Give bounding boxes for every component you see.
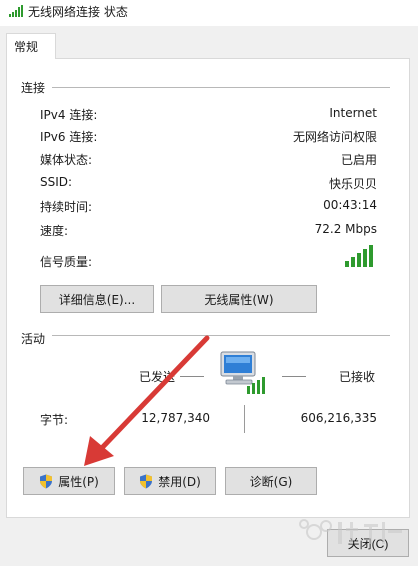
speed-label: 速度: [40,224,69,238]
window-title: 无线网络连接 状态 [28,5,128,19]
signal-quality-label: 信号质量: [40,255,93,269]
activity-group-title: 活动 [21,330,52,347]
speed-value: 72.2 Mbps [314,222,377,236]
disable-button[interactable]: 禁用(D) [124,467,216,495]
connection-group-line [52,87,390,88]
ipv4-value: Internet [329,106,377,120]
ipv6-value: 无网络访问权限 [292,130,377,144]
baidu-watermark-logo [299,519,402,544]
uac-shield-icon [140,474,153,488]
sent-label: 已发送 [139,370,176,384]
sent-connector-line [180,376,204,377]
network-computer-icon [220,351,265,394]
ssid-value: 快乐贝贝 [328,177,377,191]
received-label: 已接收 [339,370,376,384]
duration-label: 持续时间: [40,200,93,214]
ssid-label: SSID: [40,175,73,189]
ipv6-label: IPv6 连接: [40,130,98,144]
connection-group-title: 连接 [21,79,52,96]
activity-group-line [52,335,390,336]
properties-button-label: 属性(P) [58,474,99,489]
signal-strength-icon [345,245,373,267]
details-button[interactable]: 详细信息(E)... [40,285,154,313]
title-bar: 无线网络连接 状态 [0,0,418,26]
media-state-label: 媒体状态: [40,153,93,167]
media-state-value: 已启用 [340,153,377,167]
tab-general-label: 常规 [14,40,39,54]
bytes-received-value: 606,216,335 [300,411,377,425]
wireless-properties-button[interactable]: 无线属性(W) [161,285,317,313]
bytes-label: 字节: [40,413,69,427]
received-connector-line [282,376,306,377]
uac-shield-icon [40,474,53,488]
tab-general[interactable]: 常规 [6,33,56,59]
bytes-sent-value: 12,787,340 [141,411,210,425]
disable-button-label: 禁用(D) [158,474,201,489]
properties-button[interactable]: 属性(P) [23,467,115,495]
duration-value: 00:43:14 [323,198,377,212]
diagnose-button[interactable]: 诊断(G) [225,467,317,495]
bytes-divider [244,405,245,433]
wifi-signal-icon [9,5,23,17]
ipv4-label: IPv4 连接: [40,108,98,122]
